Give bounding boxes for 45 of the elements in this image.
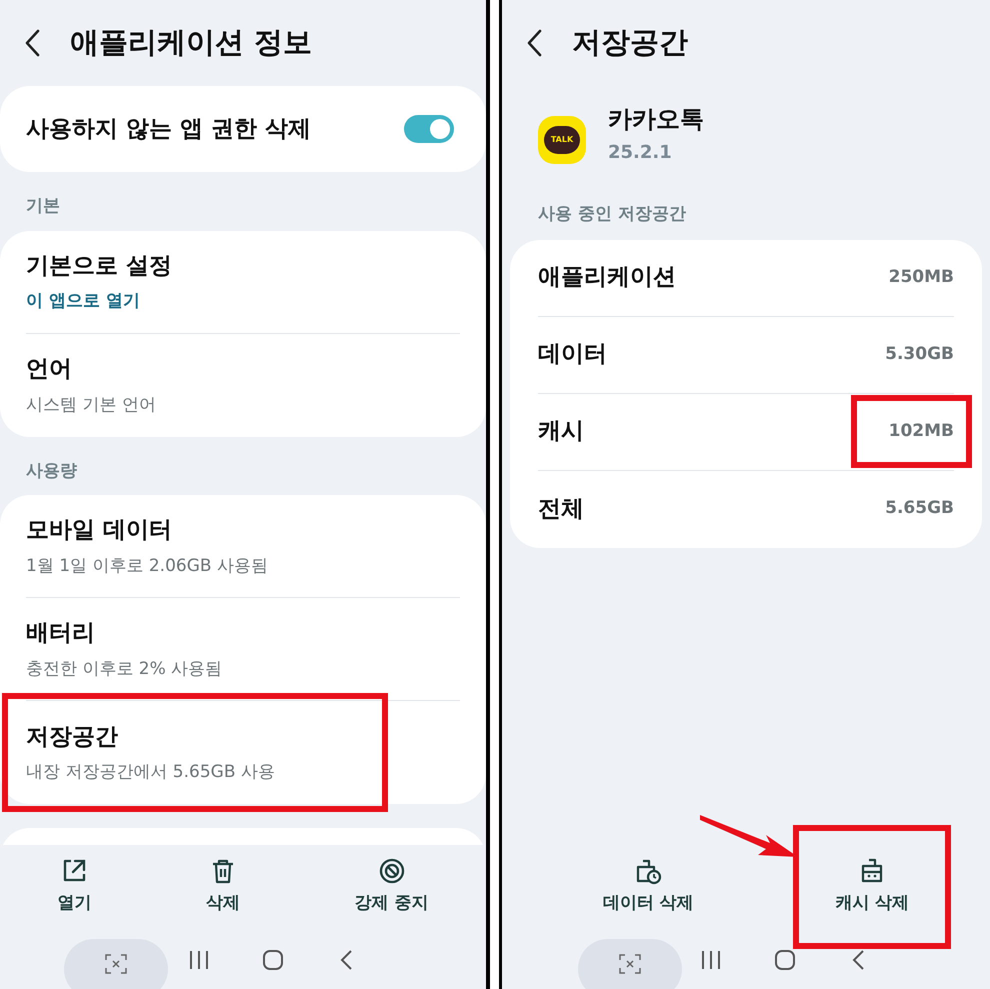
setting-title[interactable]: 배터리 [26, 616, 460, 650]
action-button[interactable]: 삭제 [192, 853, 254, 920]
section-header: 사용 중인 저장공간 [537, 203, 687, 226]
back-icon [526, 29, 542, 57]
recents-icon [700, 949, 722, 971]
app-version: 25.2.1 [608, 140, 673, 164]
section-header: 사용량 [25, 460, 78, 482]
storage-value: 5.30GB [885, 342, 954, 366]
action-button[interactable]: 강제 중지 [340, 853, 443, 920]
action-button[interactable]: 캐시 삭제 [821, 853, 924, 920]
section-header: 기본 [25, 195, 61, 218]
screen-title: 저장공간 [572, 24, 688, 62]
setting-title[interactable]: 언어 [26, 352, 460, 386]
nav-pill[interactable] [578, 939, 682, 989]
stop-icon [378, 857, 406, 885]
storage-label: 데이터 [538, 340, 607, 370]
setting-subtitle: 내장 저장공간에서 5.65GB 사용 [26, 761, 276, 784]
action-button[interactable]: 열기 [43, 853, 106, 920]
back-icon [24, 29, 40, 57]
setting-title[interactable]: 모바일 데이터 [26, 513, 460, 548]
screen-title: 애플리케이션 정보 [70, 24, 312, 62]
icon-label: TALK [550, 134, 574, 146]
scan-icon [105, 954, 127, 974]
home-icon [774, 949, 796, 971]
home-icon [262, 949, 284, 971]
setting-title[interactable]: 기본으로 설정 [26, 248, 460, 283]
storage-value: 102MB [888, 418, 954, 444]
scan-icon [619, 954, 641, 974]
storage-label: 캐시 [538, 417, 584, 446]
setting-subtitle: 시스템 기본 언어 [26, 394, 157, 416]
nav-pill[interactable] [64, 939, 168, 989]
storage-value: 5.65GB [885, 497, 954, 520]
app-name: 카카오톡 [608, 104, 704, 134]
action-button[interactable]: 데이터 삭제 [588, 853, 708, 920]
storage-label: 애플리케이션 [538, 263, 676, 292]
setting-title[interactable]: 저장공간 [26, 720, 460, 754]
toggle-switch[interactable] [404, 115, 454, 143]
recents-icon [188, 949, 210, 971]
setting-link[interactable]: 이 앱으로 열기 [26, 289, 460, 314]
setting-label: 사용하지 않는 앱 권한 삭제 [26, 114, 312, 144]
setting-subtitle: 충전한 이후로 2% 사용됨 [26, 658, 224, 680]
storage-value: 250MB [888, 266, 954, 289]
setting-subtitle: 1월 1일 이후로 2.06GB 사용됨 [26, 554, 269, 578]
storage-label: 전체 [538, 494, 584, 524]
brush-clock-icon [634, 857, 662, 885]
